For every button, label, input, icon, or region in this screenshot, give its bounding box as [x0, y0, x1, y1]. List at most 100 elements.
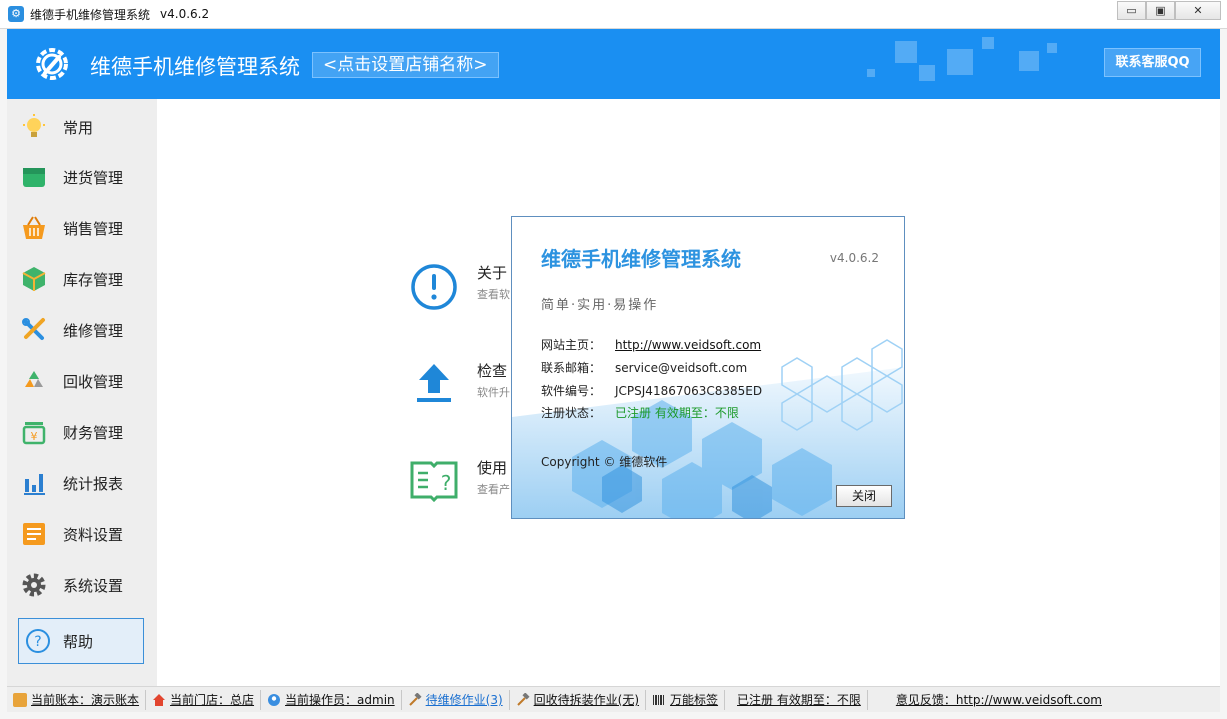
status-pending-repair[interactable]: 待维修作业(3): [402, 689, 510, 710]
website-label: 网站主页：: [541, 338, 602, 352]
home-icon: [152, 693, 166, 707]
contact-qq-button[interactable]: 联系客服QQ: [1104, 48, 1201, 77]
sidebar-item-sales[interactable]: 销售管理: [19, 205, 144, 251]
dialog-copyright: Copyright © 维德软件: [541, 455, 668, 469]
status-label: 注册状态：: [541, 406, 602, 420]
status-labels[interactable]: 万能标签: [646, 689, 726, 710]
manual-icon: ?: [410, 461, 458, 503]
cubes-icon: [19, 264, 49, 294]
ledger-icon: [13, 692, 27, 707]
main-item-title: 关于: [477, 264, 508, 282]
status-operator[interactable]: 当前操作员：admin: [261, 689, 402, 710]
main-item-subtitle: 查看产: [477, 483, 510, 496]
email-value: service@veidsoft.com: [615, 361, 748, 375]
window-title: 维德手机维修管理系统: [30, 7, 151, 22]
sidebar-item-label: 销售管理: [63, 219, 124, 238]
close-window-button[interactable]: ✕: [1175, 1, 1221, 20]
main-item-subtitle: 软件升: [477, 386, 510, 399]
status-pending-recycle-text: 回收待拆装作业(无): [533, 693, 640, 707]
document-icon: [19, 519, 49, 549]
status-registration[interactable]: 已注册 有效期至：不限: [725, 689, 868, 710]
lightbulb-icon: [19, 112, 49, 142]
app-gear-icon: ⚙: [8, 6, 24, 22]
dialog-website-row: 网站主页： http://www.veidsoft.com: [541, 336, 761, 353]
sidebar-item-help[interactable]: ? 帮助: [18, 618, 144, 664]
dialog-serial-row: 软件编号： JCPSJ41867063C8385ED: [541, 382, 762, 399]
website-link[interactable]: http://www.veidsoft.com: [615, 338, 761, 352]
header-decoration: [982, 37, 994, 49]
shop-name-button[interactable]: <点击设置店铺名称>: [312, 52, 499, 78]
status-registration-text: 已注册 有效期至：不限: [737, 693, 861, 707]
sidebar-item-label: 财务管理: [63, 423, 124, 442]
header-app-name: 维德手机维修管理系统: [90, 55, 300, 79]
serial-label: 软件编号：: [541, 384, 602, 398]
sidebar-item-label: 常用: [63, 118, 94, 137]
status-feedback-text: 意见反馈：http://www.veidsoft.com: [895, 693, 1102, 707]
dialog-version: v4.0.6.2: [829, 251, 879, 265]
user-icon: [267, 693, 281, 707]
sidebar: 常用 进货管理 销售管理 库存管理 维修管理 回收管理 ¥ 财务管理 统计报表 …: [7, 99, 157, 686]
money-icon: ¥: [19, 417, 49, 447]
window-left-border: [0, 29, 7, 719]
window-controls: ▭ ▣ ✕: [1117, 1, 1221, 20]
sidebar-item-finance[interactable]: ¥ 财务管理: [19, 409, 144, 455]
sidebar-item-label: 进货管理: [63, 168, 124, 187]
app-header: 维德手机维修管理系统 <点击设置店铺名称> 联系客服QQ: [7, 29, 1220, 99]
dialog-email-row: 联系邮箱： service@veidsoft.com: [541, 359, 747, 376]
basket-icon: [19, 213, 49, 243]
status-feedback[interactable]: 意见反馈：http://www.veidsoft.com: [868, 690, 1108, 710]
window-bottom-border: [0, 712, 1227, 719]
status-store[interactable]: 当前门店：总店: [146, 689, 262, 710]
maximize-button[interactable]: ▣: [1146, 1, 1175, 20]
sidebar-item-inventory[interactable]: 库存管理: [19, 256, 144, 302]
sidebar-item-reports[interactable]: 统计报表: [19, 460, 144, 506]
status-store-text: 当前门店：总店: [170, 693, 255, 707]
sidebar-item-recycle[interactable]: 回收管理: [19, 358, 144, 404]
bar-chart-icon: [19, 468, 49, 498]
status-account-text: 当前账本：演示账本: [31, 693, 140, 707]
upload-icon: [417, 364, 451, 402]
header-decoration: [1019, 51, 1039, 71]
status-operator-text: 当前操作员：admin: [285, 693, 395, 707]
repair-hammer-icon: [408, 691, 422, 707]
serial-value: JCPSJ41867063C8385ED: [615, 384, 763, 398]
box-icon: [19, 162, 49, 192]
status-labels-text: 万能标签: [670, 693, 719, 707]
dialog-status-row: 注册状态： 已注册 有效期至：不限: [541, 404, 739, 421]
main-item-about[interactable]: 关于 查看软: [409, 262, 510, 312]
status-account[interactable]: 当前账本：演示账本: [7, 689, 147, 710]
app-logo-gear-wrench-icon: [36, 48, 68, 80]
sidebar-item-data-settings[interactable]: 资料设置: [19, 511, 144, 557]
main-item-title: 检查: [477, 362, 508, 380]
window-titlebar: ⚙ 维德手机维修管理系统 v4.0.6.2 ▭ ▣ ✕: [0, 0, 1227, 29]
dialog-close-button[interactable]: 关闭: [836, 485, 892, 507]
header-decoration: [919, 65, 935, 81]
sidebar-item-system-settings[interactable]: 系统设置: [19, 562, 144, 608]
svg-text:¥: ¥: [31, 430, 38, 443]
window-version: v4.0.6.2: [160, 7, 210, 21]
main-item-title: 使用: [477, 459, 508, 477]
recycle-icon: [19, 366, 49, 396]
sidebar-item-repair[interactable]: 维修管理: [19, 307, 144, 353]
sidebar-item-label: 统计报表: [63, 474, 124, 493]
minimize-button[interactable]: ▭: [1117, 1, 1146, 20]
wrench-icon: [19, 315, 49, 345]
svg-text:?: ?: [34, 634, 41, 650]
sidebar-item-label: 维修管理: [63, 321, 124, 340]
status-bar: 当前账本：演示账本 当前门店：总店 当前操作员：admin 待维修作业(3) 回…: [7, 686, 1220, 712]
sidebar-item-label: 库存管理: [63, 270, 124, 289]
dialog-title: 维德手机维修管理系统: [541, 247, 741, 271]
sidebar-item-purchase[interactable]: 进货管理: [19, 154, 144, 200]
status-pending-repair-text: 待维修作业(3): [425, 693, 503, 707]
status-value: 已注册 有效期至：不限: [615, 406, 739, 420]
main-item-subtitle: 查看软: [477, 288, 510, 301]
header-decoration: [895, 41, 917, 63]
info-icon: [411, 264, 457, 310]
dialog-slogan: 简单·实用·易操作: [541, 298, 659, 313]
main-item-check-update[interactable]: 检查 软件升: [409, 360, 510, 410]
window-right-border: [1220, 29, 1227, 719]
sidebar-item-common[interactable]: 常用: [19, 104, 144, 150]
main-item-manual[interactable]: ? 使用 查看产: [409, 457, 510, 507]
barcode-icon: [652, 693, 666, 707]
status-pending-recycle[interactable]: 回收待拆装作业(无): [510, 689, 647, 710]
